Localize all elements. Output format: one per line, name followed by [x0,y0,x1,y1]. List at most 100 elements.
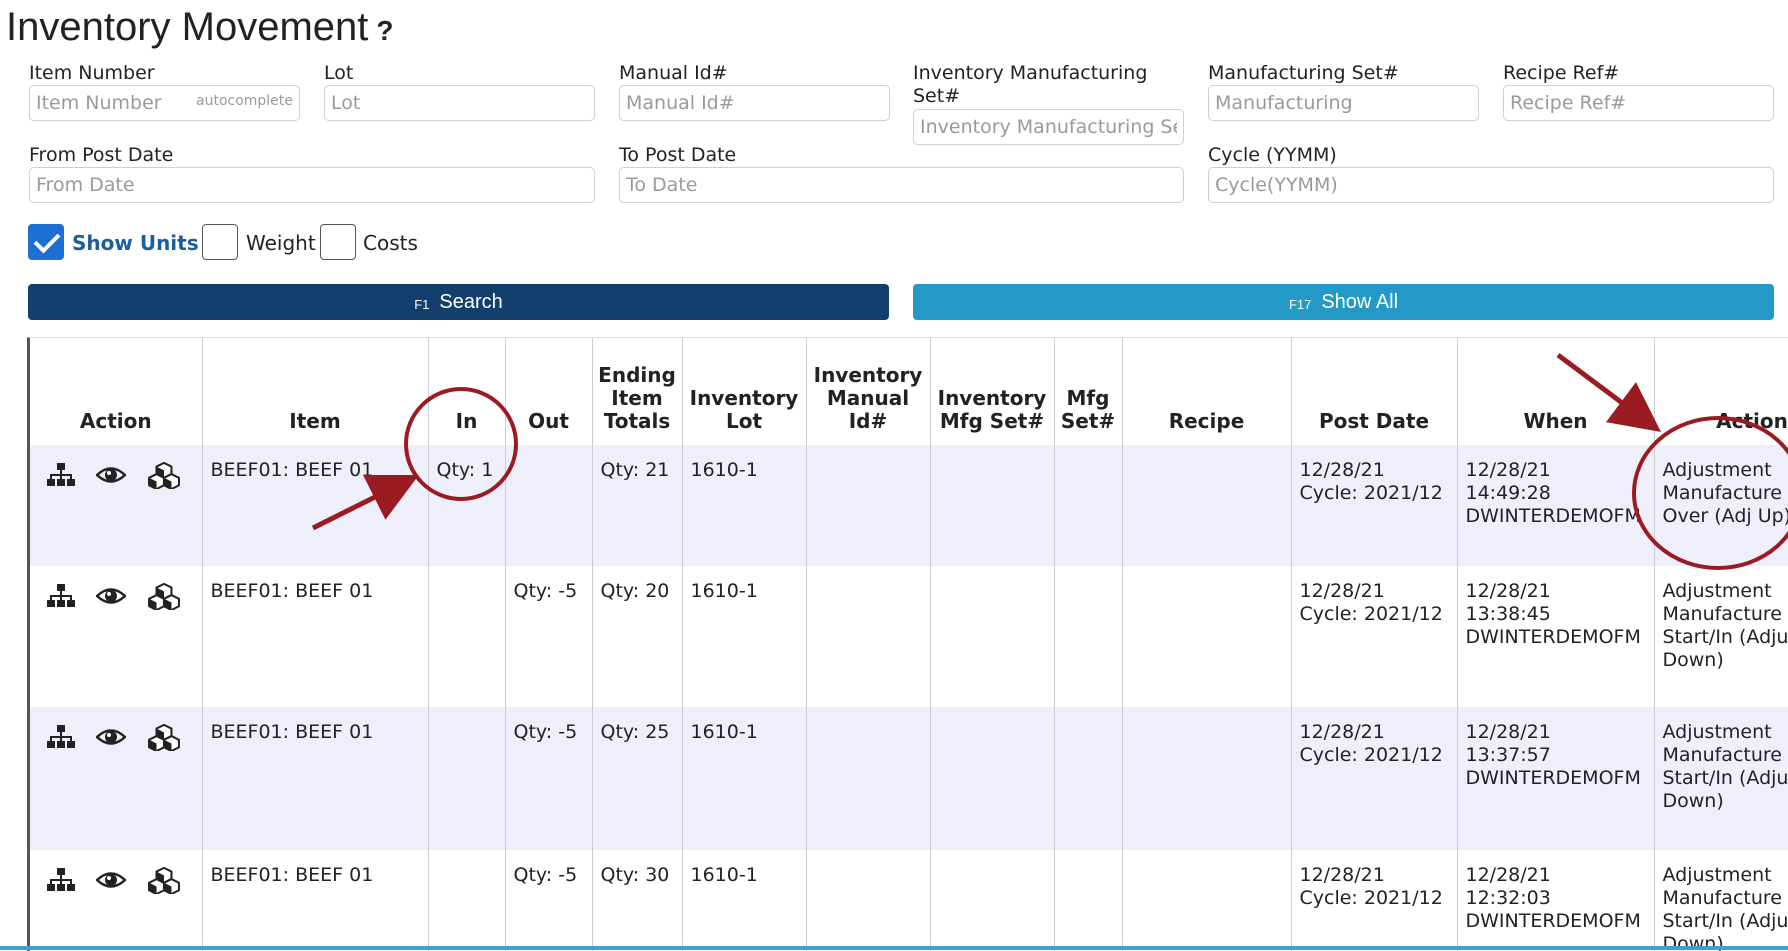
costs-label[interactable]: Costs [363,231,418,255]
out-cell: Qty: -5 [505,707,593,850]
inventory-mfg-set-cell [930,445,1055,566]
row-actions-cell [30,566,203,707]
cubes-icon[interactable] [146,582,182,610]
inventory-mfg-set-cell [930,566,1055,707]
autocomplete-hint: autocomplete [196,93,293,109]
manual-id-label: Manual Id# [619,62,728,84]
inv-mfg-set-label-line1: Inventory Manufacturing [913,62,1148,84]
from-post-date-input[interactable] [29,167,595,203]
hierarchy-icon[interactable] [46,723,76,751]
show-all-fkey: F17 [1288,296,1312,312]
cubes-icon[interactable] [146,866,182,894]
from-post-date-label: From Post Date [29,144,174,166]
col-header-action-type[interactable]: Action [1654,338,1788,445]
cycle-input[interactable] [1208,167,1774,203]
action-type-cell: Adjustment Manufacture Start/In (Adjust … [1654,707,1788,850]
recipe-cell [1122,445,1292,566]
inv-mfg-set-input[interactable] [913,109,1184,145]
post-date-cell: 12/28/21 Cycle: 2021/12 [1291,707,1458,850]
out-cell: Qty: -5 [505,566,593,707]
show-units-checkbox[interactable] [28,224,64,260]
col-header-post-date[interactable]: Post Date [1291,338,1458,445]
mfg-set-cell [1054,445,1123,566]
col-header-in[interactable]: In [428,338,506,445]
hierarchy-icon[interactable] [46,461,76,489]
cycle: Cycle: 2021/12 [1299,744,1443,766]
page-title-text: Inventory Movement [6,5,369,49]
ending-total-cell: Qty: 21 [592,445,683,566]
inventory-manual-id-cell [806,445,931,566]
inventory-manual-id-cell [806,850,931,951]
eye-icon[interactable] [96,723,126,751]
post-date: 12/28/21 [1299,721,1385,743]
cycle: Cycle: 2021/12 [1299,482,1443,504]
col-header-recipe[interactable]: Recipe [1122,338,1292,445]
when-date: 12/28/21 [1465,721,1551,743]
recipe-ref-input[interactable] [1503,85,1774,121]
show-units-label[interactable]: Show Units [72,231,199,255]
table-row: BEEF01: BEEF 01 Qty: 1 Qty: 21 1610-1 12… [30,445,1788,566]
table-row: BEEF01: BEEF 01 Qty: -5 Qty: 25 1610-1 1… [30,707,1788,850]
help-icon[interactable]: ? [376,15,393,46]
search-button[interactable]: F1 Search [28,284,889,320]
movement-table: Action Item In Out Ending Item Totals Inve… [30,338,1788,951]
mfg-set-cell [1054,850,1123,951]
to-post-date-input[interactable] [619,167,1184,203]
eye-icon[interactable] [96,866,126,894]
inventory-lot-cell: 1610-1 [682,566,807,707]
ending-total-cell: Qty: 30 [592,850,683,951]
recipe-cell [1122,566,1292,707]
col-header-action[interactable]: Action [30,338,203,445]
show-all-button[interactable]: F17 Show All [913,284,1774,320]
out-cell: Qty: -5 [505,850,593,951]
recipe-cell [1122,850,1292,951]
mfg-set-label: Manufacturing Set# [1208,62,1399,84]
inventory-manual-id-cell [806,707,931,850]
when-date: 12/28/21 [1465,864,1551,886]
lot-label: Lot [324,62,354,84]
when-user: DWINTERDEMOFM [1465,505,1641,527]
inventory-lot-cell: 1610-1 [682,850,807,951]
when-user: DWINTERDEMOFM [1465,910,1641,932]
when-user: DWINTERDEMOFM [1465,767,1641,789]
hierarchy-icon[interactable] [46,866,76,894]
item-cell: BEEF01: BEEF 01 [202,445,429,566]
cycle: Cycle: 2021/12 [1299,887,1443,909]
col-header-inventory-mfg-set[interactable]: Inventory Mfg Set# [930,338,1055,445]
cubes-icon[interactable] [146,723,182,751]
hierarchy-icon[interactable] [46,582,76,610]
table-row: BEEF01: BEEF 01 Qty: -5 Qty: 30 1610-1 1… [30,850,1788,951]
eye-icon[interactable] [96,461,126,489]
weight-label[interactable]: Weight [246,231,316,255]
col-header-item[interactable]: Item [202,338,429,445]
mfg-set-cell [1054,707,1123,850]
page-title: Inventory Movement? [6,2,394,56]
col-header-mfg-set[interactable]: Mfg Set# [1054,338,1123,445]
eye-icon[interactable] [96,582,126,610]
costs-checkbox[interactable] [320,224,356,260]
mfg-set-cell [1054,566,1123,707]
manual-id-input[interactable] [619,85,890,121]
search-fkey: F1 [414,296,430,312]
col-header-inventory-lot[interactable]: Inventory Lot [682,338,807,445]
when-user: DWINTERDEMOFM [1465,626,1641,648]
action-type-cell: Adjustment Manufacture Left Over (Adj Up… [1654,445,1788,566]
col-header-ending-item-totals[interactable]: Ending Item Totals [592,338,683,445]
mfg-set-input[interactable] [1208,85,1479,121]
cycle-label: Cycle (YYMM) [1208,144,1337,166]
when-time: 12:32:03 [1465,887,1551,909]
col-header-inventory-manual-id[interactable]: Inventory Manual Id# [806,338,931,445]
when-cell: 12/28/21 13:38:45 DWINTERDEMOFM [1457,566,1655,707]
item-cell: BEEF01: BEEF 01 [202,707,429,850]
ending-total-cell: Qty: 25 [592,707,683,850]
post-date: 12/28/21 [1299,864,1385,886]
col-header-when[interactable]: When [1457,338,1655,445]
lot-input[interactable] [324,85,595,121]
post-date-cell: 12/28/21 Cycle: 2021/12 [1291,566,1458,707]
cycle: Cycle: 2021/12 [1299,603,1443,625]
cubes-icon[interactable] [146,461,182,489]
row-actions-cell [30,445,203,566]
out-cell [505,445,593,566]
col-header-out[interactable]: Out [505,338,593,445]
weight-checkbox[interactable] [202,224,238,260]
